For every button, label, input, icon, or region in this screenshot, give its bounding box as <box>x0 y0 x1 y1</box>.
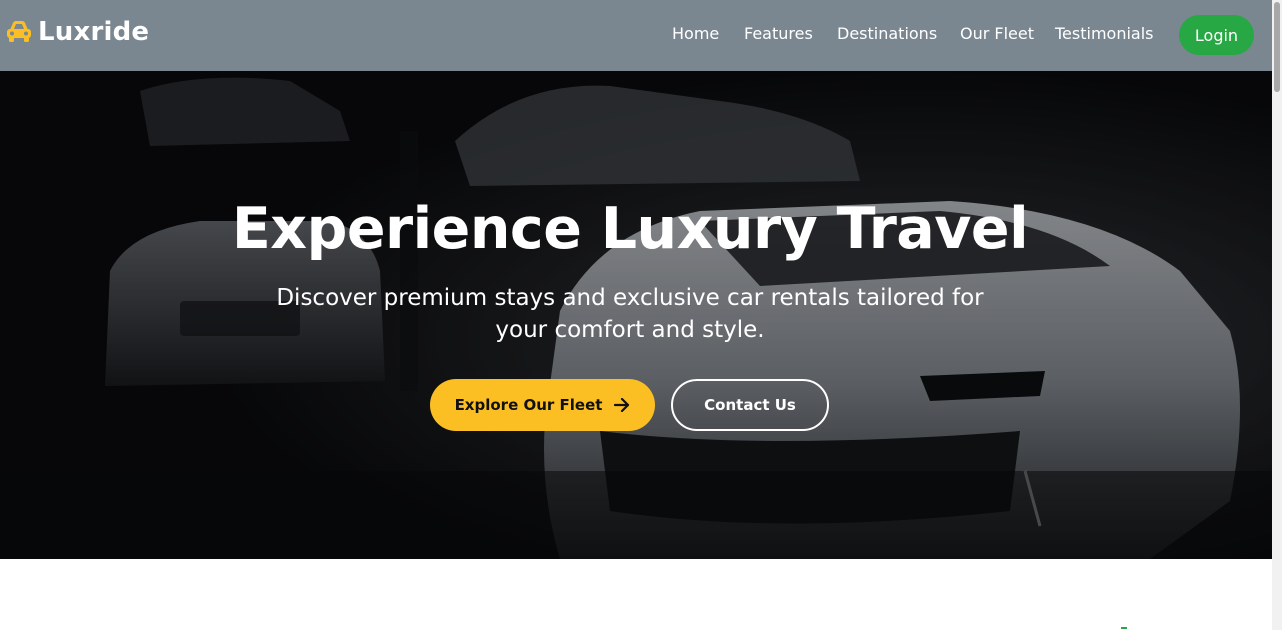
nav-link-testimonials[interactable]: Testimonials <box>1055 24 1154 43</box>
nav-link-destinations[interactable]: Destinations <box>837 24 937 43</box>
nav-link-home[interactable]: Home <box>672 24 719 43</box>
navbar: Luxride Home Features Destinations Our F… <box>0 0 1272 71</box>
page: Luxride Home Features Destinations Our F… <box>0 0 1272 630</box>
nav-link-features[interactable]: Features <box>744 24 813 43</box>
explore-fleet-label: Explore Our Fleet <box>454 396 603 414</box>
nav-links: Home Features Destinations Our Fleet Tes… <box>0 0 1272 71</box>
hero-section: Experience Luxury Travel Discover premiu… <box>0 71 1272 559</box>
login-button[interactable]: Login <box>1179 15 1254 55</box>
scrollbar-thumb[interactable] <box>1274 2 1280 92</box>
section-accent <box>1121 627 1127 629</box>
explore-fleet-button[interactable]: Explore Our Fleet <box>430 379 655 431</box>
nav-link-our-fleet[interactable]: Our Fleet <box>960 24 1034 43</box>
hero-subtitle: Discover premium stays and exclusive car… <box>276 285 984 343</box>
hero-title: Experience Luxury Travel <box>231 196 1029 262</box>
scrollbar[interactable] <box>1272 0 1282 630</box>
arrow-right-icon <box>614 397 630 413</box>
contact-us-button[interactable]: Contact Us <box>671 379 829 431</box>
content-section <box>0 559 1272 630</box>
